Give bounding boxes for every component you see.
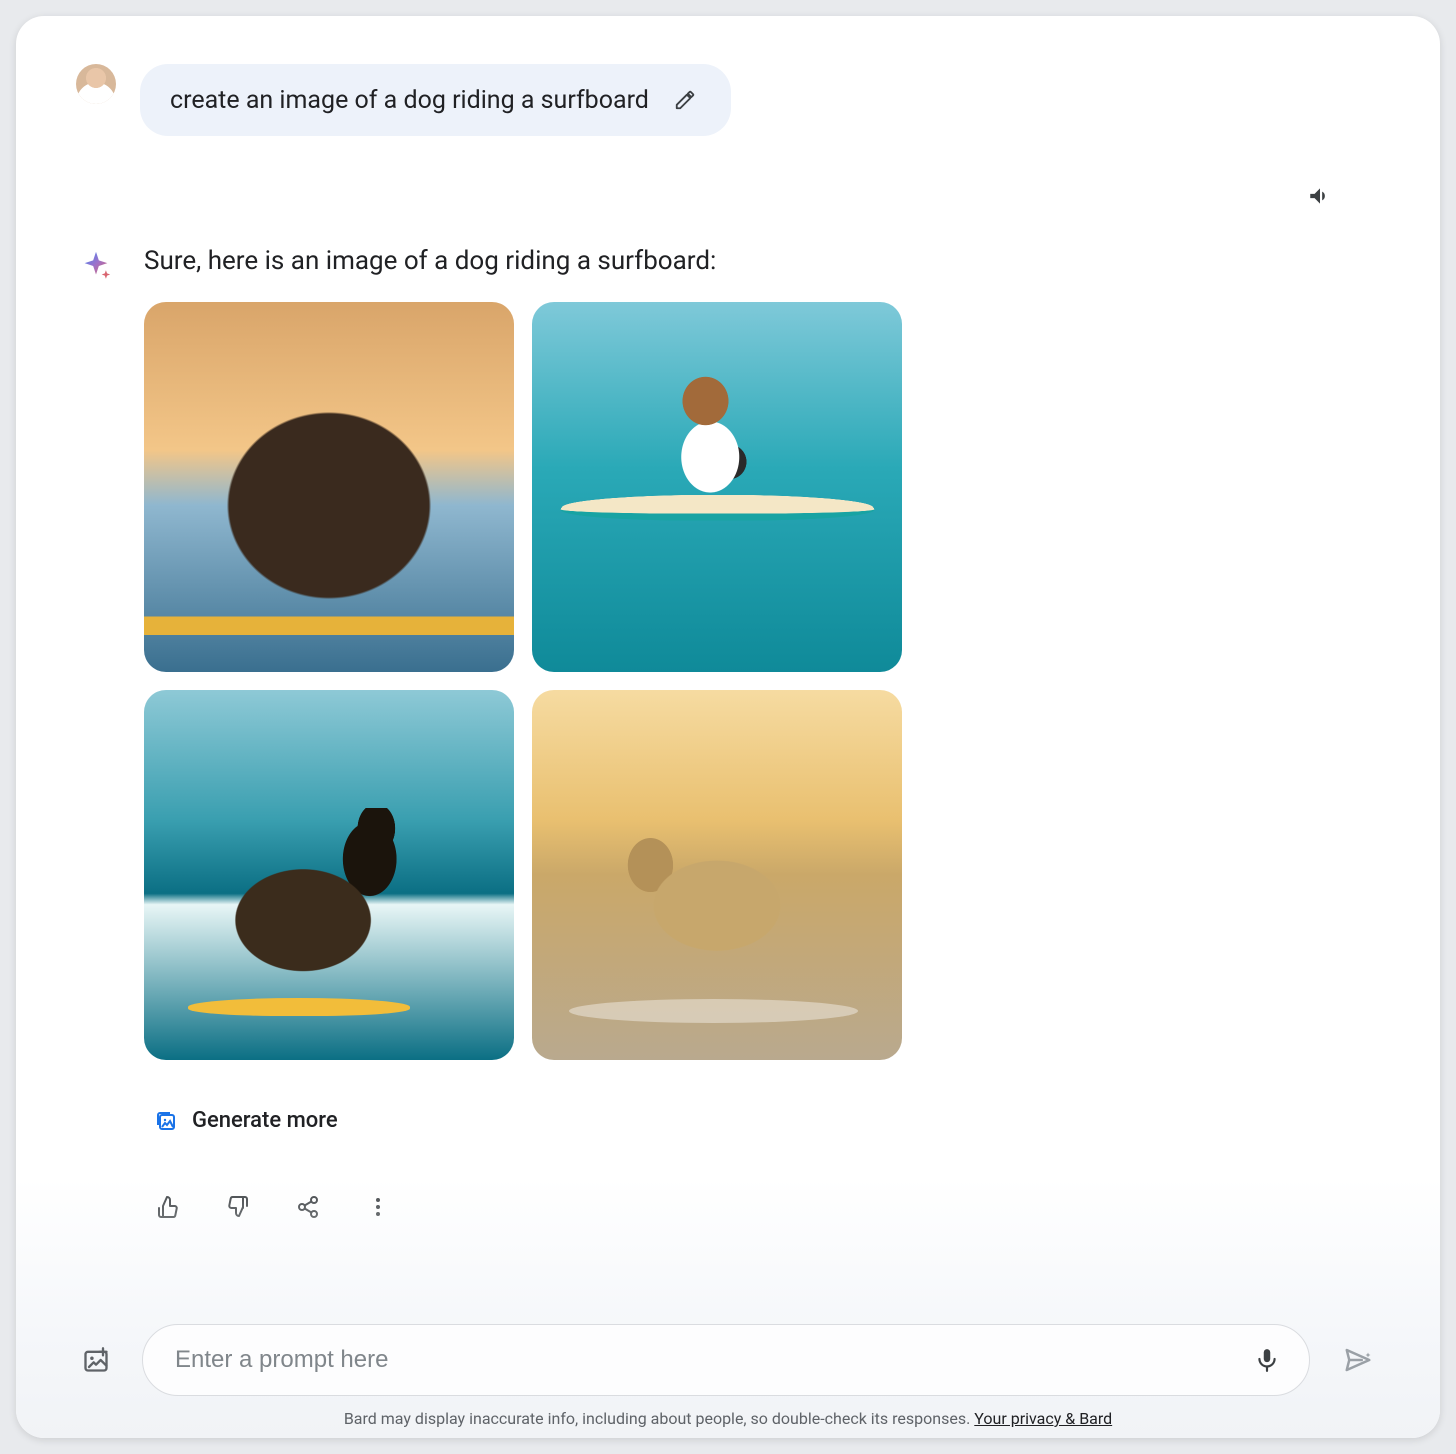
microphone-icon bbox=[1254, 1347, 1280, 1373]
send-icon bbox=[1343, 1345, 1373, 1375]
generated-image-grid bbox=[144, 302, 1380, 1060]
thumbs-down-icon bbox=[226, 1195, 250, 1219]
generated-image[interactable] bbox=[144, 302, 514, 672]
pencil-icon bbox=[674, 89, 696, 111]
thumbs-down-button[interactable] bbox=[220, 1189, 256, 1225]
user-prompt-bubble: create an image of a dog riding a surfbo… bbox=[140, 64, 731, 136]
input-bar bbox=[16, 1324, 1440, 1396]
bard-sparkle-icon bbox=[76, 246, 116, 286]
image-upload-icon bbox=[82, 1346, 110, 1374]
disclaimer: Bard may display inaccurate info, includ… bbox=[16, 1409, 1440, 1428]
share-button[interactable] bbox=[290, 1189, 326, 1225]
thumbs-up-button[interactable] bbox=[150, 1189, 186, 1225]
prompt-input-container[interactable] bbox=[142, 1324, 1310, 1396]
thumbs-up-icon bbox=[156, 1195, 180, 1219]
generate-more-button[interactable]: Generate more bbox=[144, 1108, 338, 1133]
prompt-input[interactable] bbox=[173, 1345, 1245, 1375]
generated-image[interactable] bbox=[532, 302, 902, 672]
assistant-message-row: Sure, here is an image of a dog riding a… bbox=[76, 246, 1380, 1225]
generated-image[interactable] bbox=[144, 690, 514, 1060]
generate-more-label: Generate more bbox=[192, 1108, 338, 1133]
share-icon bbox=[296, 1195, 320, 1219]
user-message-row: create an image of a dog riding a surfbo… bbox=[76, 64, 1380, 136]
more-options-button[interactable] bbox=[360, 1189, 396, 1225]
user-avatar bbox=[76, 64, 116, 104]
assistant-intro-text: Sure, here is an image of a dog riding a… bbox=[144, 246, 1380, 276]
edit-prompt-button[interactable] bbox=[669, 84, 701, 116]
generated-image[interactable] bbox=[532, 690, 902, 1060]
user-prompt-text: create an image of a dog riding a surfbo… bbox=[170, 86, 649, 115]
speaker-icon bbox=[1307, 183, 1333, 209]
feedback-row bbox=[144, 1189, 1380, 1225]
generate-more-icon bbox=[154, 1109, 178, 1133]
microphone-button[interactable] bbox=[1245, 1338, 1289, 1382]
privacy-link[interactable]: Your privacy & Bard bbox=[974, 1409, 1112, 1428]
more-vert-icon bbox=[366, 1195, 390, 1219]
send-button[interactable] bbox=[1336, 1338, 1380, 1382]
disclaimer-text: Bard may display inaccurate info, includ… bbox=[344, 1409, 974, 1428]
read-aloud-button[interactable] bbox=[1300, 176, 1340, 216]
upload-image-button[interactable] bbox=[76, 1340, 116, 1380]
chat-card: create an image of a dog riding a surfbo… bbox=[16, 16, 1440, 1438]
